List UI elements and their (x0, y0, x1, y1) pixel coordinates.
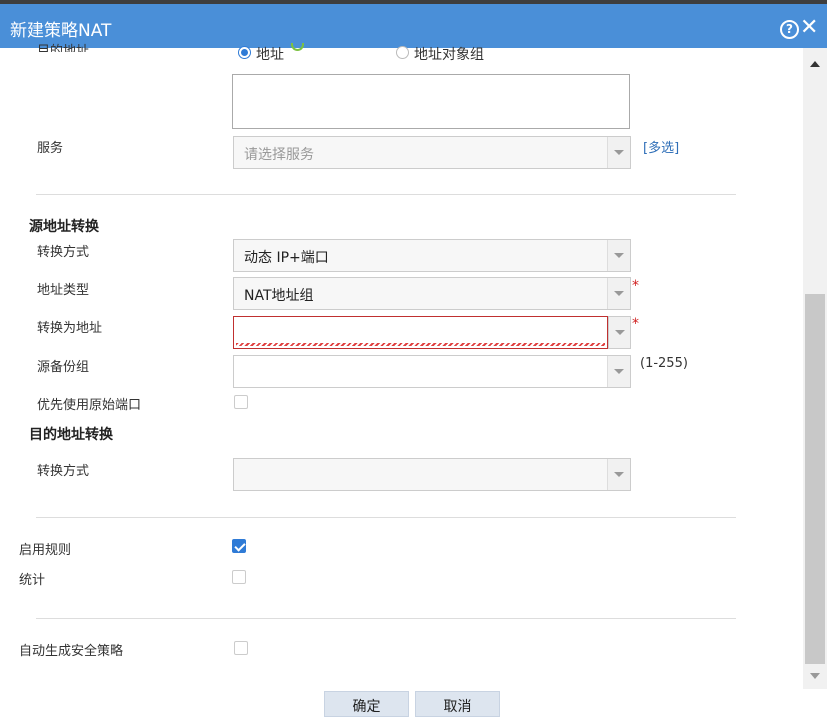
auto-policy-checkbox[interactable] (234, 641, 248, 655)
cancel-button[interactable]: 取消 (415, 691, 500, 717)
address-type-label: 地址类型 (37, 283, 90, 298)
chevron-down-icon[interactable] (607, 459, 630, 490)
scroll-up-icon[interactable] (810, 61, 820, 67)
radio-address-label: 地址 (256, 47, 284, 63)
source-nat-heading: 源地址转换 (29, 219, 99, 235)
stats-checkbox[interactable] (232, 570, 246, 584)
source-method-value: 动态 IP+端口 (244, 250, 329, 266)
required-mark: * (632, 278, 639, 294)
service-placeholder: 请选择服务 (244, 147, 314, 163)
radio-address-group[interactable] (396, 46, 409, 59)
close-icon[interactable]: ✕ (800, 16, 818, 40)
backup-group-range: (1-255) (640, 356, 688, 371)
enable-rule-checkbox[interactable] (232, 539, 246, 553)
scrollbar-thumb[interactable] (805, 294, 825, 664)
dest-method-label: 转换方式 (37, 464, 90, 479)
dest-address-textarea[interactable] (232, 74, 630, 129)
ok-button[interactable]: 确定 (324, 691, 409, 717)
dest-nat-heading: 目的地址转换 (29, 427, 113, 443)
stats-label: 统计 (19, 573, 46, 588)
radio-address-group-label: 地址对象组 (414, 47, 484, 63)
address-type-select[interactable]: NAT地址组 (233, 277, 631, 310)
chevron-down-icon[interactable] (607, 278, 630, 309)
chevron-down-icon[interactable] (607, 356, 630, 387)
prefer-port-checkbox[interactable] (234, 395, 248, 409)
radio-address[interactable] (238, 46, 251, 59)
dest-method-select[interactable] (233, 458, 631, 491)
translate-to-select[interactable] (233, 316, 631, 349)
chevron-down-icon[interactable] (607, 240, 630, 271)
divider (36, 618, 736, 619)
enable-rule-label: 启用规则 (19, 543, 72, 558)
divider (36, 517, 736, 518)
dialog-title: 新建策略NAT (10, 21, 112, 41)
dest-address-label: 目的地址 (37, 44, 90, 52)
service-multi-select-link[interactable]: [多选] (643, 137, 679, 156)
backup-group-label: 源备份组 (37, 360, 90, 375)
error-underline (236, 343, 605, 346)
translate-to-label: 转换为地址 (37, 321, 103, 336)
divider (36, 194, 736, 195)
source-method-select[interactable]: 动态 IP+端口 (233, 239, 631, 272)
backup-group-select[interactable] (233, 355, 631, 388)
help-icon[interactable]: ? (780, 20, 799, 39)
chevron-down-icon[interactable] (607, 137, 630, 168)
vertical-scrollbar[interactable] (803, 48, 827, 689)
prefer-port-label: 优先使用原始端口 (37, 398, 142, 413)
chevron-down-icon[interactable] (608, 316, 631, 349)
dialog-titlebar: 新建策略NAT ? ✕ (0, 0, 827, 48)
scroll-down-icon[interactable] (810, 673, 820, 679)
address-type-value: NAT地址组 (244, 288, 314, 304)
source-method-label: 转换方式 (37, 245, 90, 260)
info-icon (291, 43, 304, 51)
auto-policy-label: 自动生成安全策略 (19, 644, 124, 659)
required-mark: * (632, 316, 639, 332)
service-label: 服务 (37, 141, 64, 156)
service-select[interactable]: 请选择服务 (233, 136, 631, 169)
